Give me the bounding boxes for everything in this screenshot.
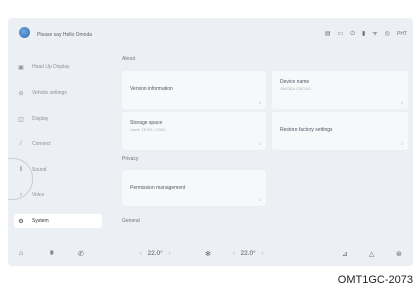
left-temp-value: 22.0°	[147, 250, 163, 257]
vehicle-icon: ⊖	[18, 90, 24, 97]
status-icons: ▤ ▭ ⏻ ▮ ᯤ ◎ PHT	[325, 30, 407, 38]
status-text: PHT	[397, 31, 407, 37]
voice-greeting: Please say Hello Omoda	[37, 32, 93, 38]
seat-icon[interactable]: ⊿	[342, 250, 348, 258]
storage-space-card[interactable]: Storage space Used: 18.5G / 128G ⌟	[122, 112, 266, 150]
sidebar-item-head-up-display[interactable]: ▣ Head Up Display	[14, 60, 102, 74]
version-information-card[interactable]: Version information ⌟	[122, 71, 266, 109]
battery-icon: ▮	[361, 31, 366, 37]
sidebar-item-label: Connect	[32, 141, 51, 147]
card-subtitle: Used: 18.5G / 128G	[130, 127, 166, 132]
chevron-icon: ⌟	[258, 140, 261, 146]
restore-factory-settings-card[interactable]: Restore factory settings ⌟	[272, 112, 408, 150]
chevron-icon: ⌟	[400, 140, 403, 146]
bottom-control-bar: ⌂ ⩩ ✆ ‹ 22.0° › ✻ ‹ 22.0° › ⊿ △ ⊛	[8, 246, 413, 266]
right-temp-decrease-icon[interactable]: ‹	[233, 251, 235, 257]
fan-icon[interactable]: ✻	[205, 250, 211, 258]
sidebar-item-vehicle-settings[interactable]: ⊖ Vehicle settings	[14, 86, 102, 100]
location-icon: ◎	[384, 31, 390, 37]
system-icon: ⚙	[18, 218, 24, 225]
chevron-icon: ⌟	[258, 99, 261, 105]
card-title: Version information	[130, 86, 173, 92]
left-temperature-control[interactable]: ‹ 22.0° ›	[140, 250, 170, 257]
phone-icon[interactable]: ✆	[78, 250, 84, 258]
connect-icon: ⁄	[20, 141, 22, 147]
sidebar-item-display[interactable]: ◫ Display	[14, 112, 102, 126]
settings-icon[interactable]: ⊛	[396, 250, 402, 258]
sidebar-item-voice[interactable]: ♁ Voice	[14, 188, 102, 202]
card-title: Restore factory settings	[280, 127, 333, 133]
section-about: About	[122, 56, 136, 62]
seat-heating-icon[interactable]: ⩩	[50, 250, 54, 258]
section-privacy: Privacy	[122, 156, 139, 162]
assistant-avatar-icon[interactable]	[19, 27, 30, 38]
permission-management-card[interactable]: Permission management ⌟	[122, 170, 266, 206]
right-temp-increase-icon[interactable]: ›	[262, 251, 264, 257]
sidebar-item-label: Head Up Display	[32, 64, 70, 70]
right-temperature-control[interactable]: ‹ 22.0° ›	[233, 250, 263, 257]
figure-code: OMT1GC-2073	[337, 274, 413, 286]
sound-icon: ⦀	[19, 166, 23, 173]
sidebar-item-sound[interactable]: ⦀ Sound	[14, 163, 102, 177]
card-title: Device name	[280, 79, 310, 85]
head-up-display-icon: ▣	[18, 64, 24, 71]
display-icon: ◫	[18, 116, 24, 123]
settings-sidebar: ▣ Head Up Display ⊖ Vehicle settings ◫ D…	[8, 58, 113, 238]
chevron-icon: ⌟	[258, 196, 261, 202]
section-general: General	[122, 218, 140, 224]
sidebar-item-label: Vehicle settings	[32, 90, 67, 96]
card-subtitle: OMODA C5/C5/0	[280, 86, 311, 91]
sidebar-item-system[interactable]: ⚙ System	[14, 214, 102, 228]
chevron-icon: ⌟	[400, 99, 403, 105]
left-temp-increase-icon[interactable]: ›	[169, 251, 171, 257]
sidebar-item-label: Sound	[32, 167, 47, 173]
right-temp-value: 22.0°	[240, 250, 256, 257]
sidebar-item-connect[interactable]: ⁄ Connect	[14, 137, 102, 151]
power-icon: ⏻	[350, 31, 355, 37]
sidebar-item-label: Voice	[32, 192, 45, 198]
home-icon[interactable]: ⌂	[19, 250, 23, 257]
hazard-icon[interactable]: △	[369, 250, 374, 258]
card-title: Storage space	[130, 120, 163, 126]
sidebar-item-label: Display	[32, 116, 49, 122]
infotainment-screen: Please say Hello Omoda ▤ ▭ ⏻ ▮ ᯤ ◎ PHT ▣…	[8, 18, 413, 266]
card-title: Permission management	[130, 185, 186, 191]
settings-content: About Version information ⌟ Device name …	[122, 56, 408, 236]
left-temp-decrease-icon[interactable]: ‹	[140, 251, 142, 257]
wifi-icon: ᯤ	[372, 31, 378, 37]
top-bar: Please say Hello Omoda ▤ ▭ ⏻ ▮ ᯤ ◎ PHT	[8, 18, 413, 40]
sidebar-item-label: System	[32, 218, 49, 224]
voice-icon: ♁	[18, 192, 24, 198]
signal-icon: ▤	[324, 31, 331, 37]
screen-icon: ▭	[337, 31, 344, 37]
device-name-card[interactable]: Device name OMODA C5/C5/0 ⌟	[272, 71, 408, 109]
